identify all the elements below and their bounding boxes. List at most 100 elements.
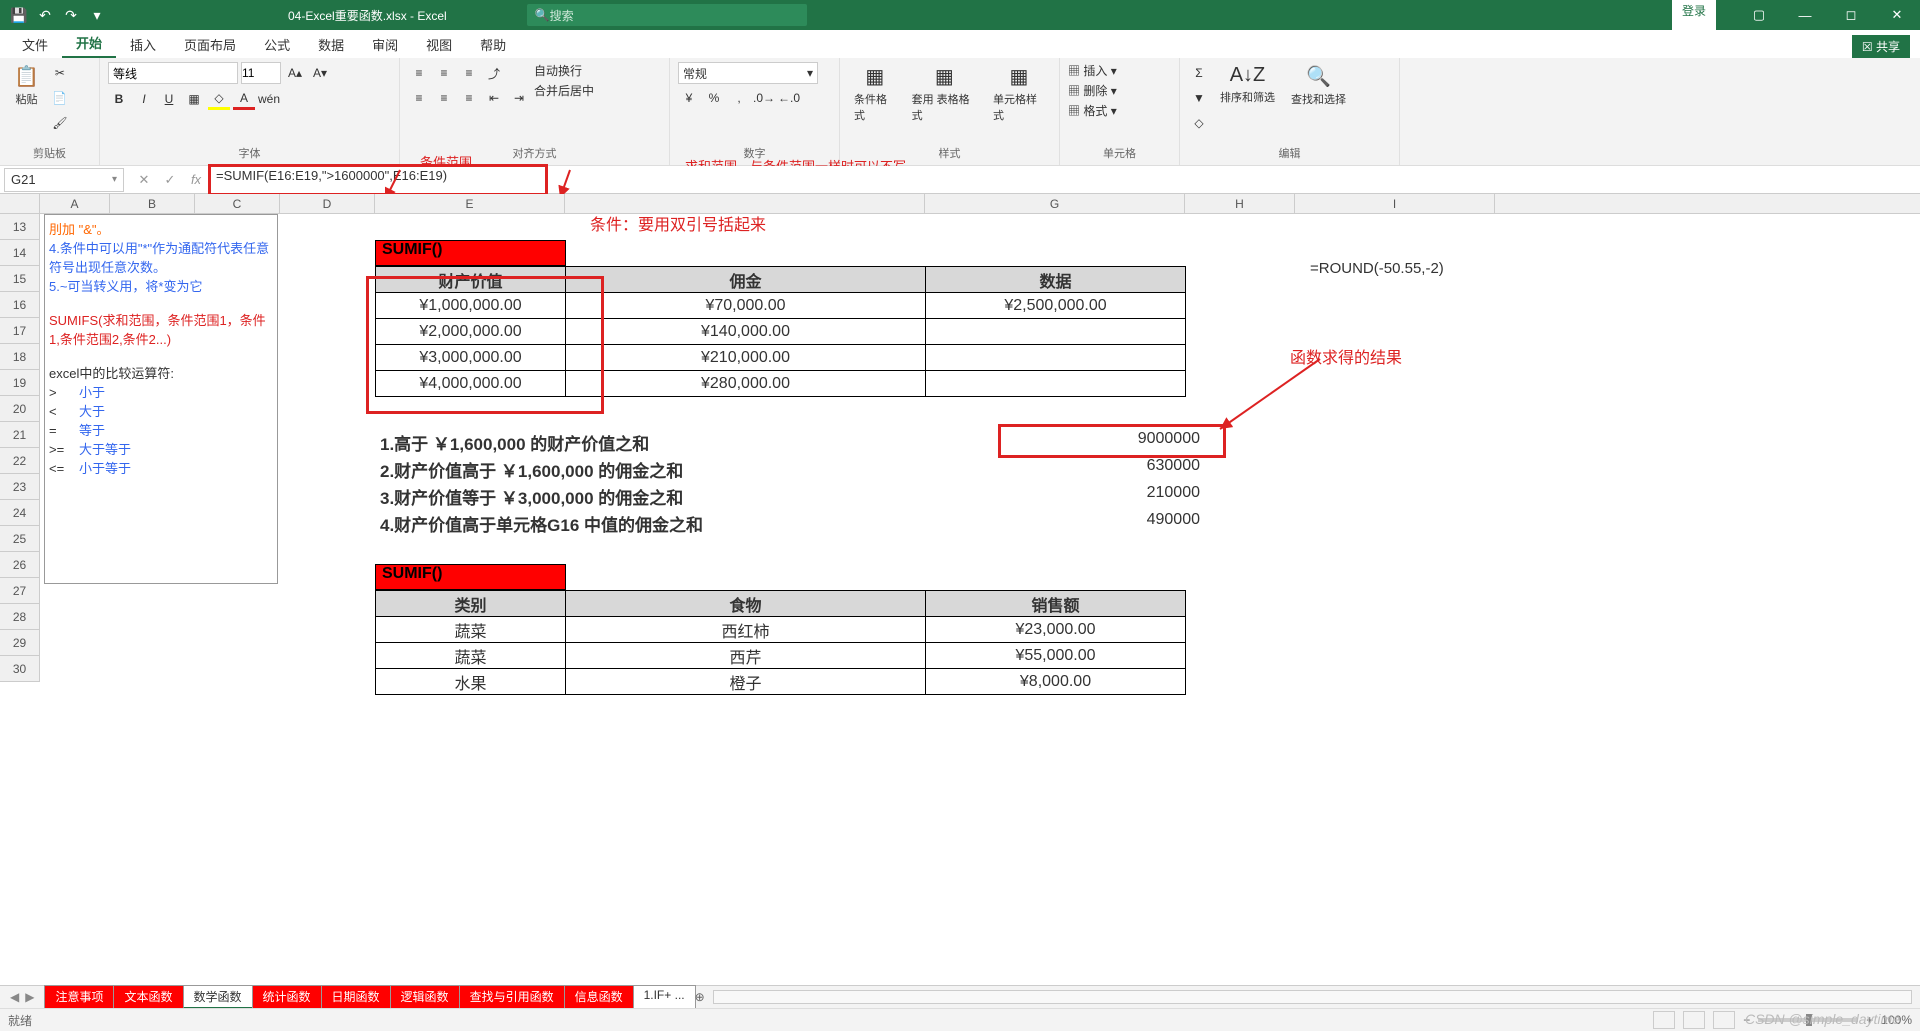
col-header[interactable]: I [1295, 194, 1495, 213]
share-button[interactable]: ☒ 共享 [1852, 35, 1910, 58]
tab-data[interactable]: 数据 [304, 31, 358, 58]
sheet-tab[interactable]: 日期函数 [321, 985, 391, 1009]
row-header[interactable]: 23 [0, 474, 40, 500]
orientation-icon[interactable]: ⤴ [483, 62, 505, 84]
sheet-nav-next-icon[interactable]: ▶ [25, 990, 34, 1004]
format-as-table-button[interactable]: ▦套用 表格格式 [906, 62, 983, 125]
clear-icon[interactable]: ◇ [1188, 112, 1210, 134]
name-box-dropdown-icon[interactable]: ▾ [112, 174, 117, 185]
number-format-select[interactable]: 常规▾ [678, 62, 818, 84]
cut-icon[interactable]: ✂ [49, 62, 71, 84]
close-icon[interactable]: ✕ [1874, 0, 1920, 30]
row-header[interactable]: 26 [0, 552, 40, 578]
cell-styles-button[interactable]: ▦单元格样式 [987, 62, 1051, 125]
row-header[interactable]: 21 [0, 422, 40, 448]
row-header[interactable]: 22 [0, 448, 40, 474]
decrease-font-icon[interactable]: A▾ [309, 62, 331, 84]
formula-input[interactable]: =SUMIF(E16:E19,">1600000",E16:E19) [212, 168, 1920, 190]
row-header[interactable]: 27 [0, 578, 40, 604]
fill-color-button[interactable]: ◇ [208, 88, 230, 110]
select-all-corner[interactable] [0, 194, 40, 213]
spreadsheet-grid[interactable]: A B C D E G H I 131415161718192021222324… [0, 194, 1920, 985]
fx-icon[interactable]: fx [184, 169, 208, 191]
undo-icon[interactable]: ↶ [34, 4, 56, 26]
wrap-text-button[interactable]: 自动换行 [534, 62, 582, 79]
ribbon-display-icon[interactable]: ▢ [1736, 0, 1782, 30]
font-name-select[interactable] [108, 62, 238, 84]
row-header[interactable]: 13 [0, 214, 40, 240]
row-header[interactable]: 19 [0, 370, 40, 396]
sheet-tab[interactable]: 文本函数 [113, 985, 183, 1009]
font-size-select[interactable] [241, 62, 281, 84]
align-middle-icon[interactable]: ≡ [433, 62, 455, 84]
tab-view[interactable]: 视图 [412, 31, 466, 58]
underline-button[interactable]: U [158, 88, 180, 110]
comma-icon[interactable]: , [728, 87, 750, 109]
page-break-view-icon[interactable] [1713, 1011, 1735, 1029]
tab-file[interactable]: 文件 [8, 31, 62, 58]
autosum-icon[interactable]: Σ [1188, 62, 1210, 84]
conditional-format-button[interactable]: ▦条件格式 [848, 62, 902, 125]
row-header[interactable]: 20 [0, 396, 40, 422]
tab-help[interactable]: 帮助 [466, 31, 520, 58]
tab-insert[interactable]: 插入 [116, 31, 170, 58]
row-header[interactable]: 15 [0, 266, 40, 292]
bold-button[interactable]: B [108, 88, 130, 110]
row-header[interactable]: 30 [0, 656, 40, 682]
delete-cells-button[interactable]: ▦ 删除 ▾ [1068, 82, 1117, 99]
sheet-tab[interactable]: 逻辑函数 [390, 985, 460, 1009]
font-color-button[interactable]: A [233, 88, 255, 110]
align-left-icon[interactable]: ≡ [408, 87, 430, 109]
row-header[interactable]: 29 [0, 630, 40, 656]
enter-formula-icon[interactable]: ✓ [158, 169, 182, 191]
currency-icon[interactable]: ¥ [678, 87, 700, 109]
sheet-tab[interactable]: 注意事项 [44, 985, 114, 1009]
sheet-tab[interactable]: 查找与引用函数 [459, 985, 565, 1009]
dec-decimal-icon[interactable]: ←.0 [778, 87, 800, 109]
merge-center-button[interactable]: 合并后居中 [534, 82, 594, 99]
search-box[interactable]: 🔍 搜索 [527, 4, 807, 26]
italic-button[interactable]: I [133, 88, 155, 110]
cancel-formula-icon[interactable]: ✕ [132, 169, 156, 191]
col-header[interactable]: D [280, 194, 375, 213]
login-button[interactable]: 登录 [1672, 0, 1716, 30]
row-header[interactable]: 16 [0, 292, 40, 318]
new-sheet-icon[interactable]: ⊕ [695, 990, 705, 1004]
maximize-icon[interactable]: ◻ [1828, 0, 1874, 30]
minimize-icon[interactable]: — [1782, 0, 1828, 30]
indent-dec-icon[interactable]: ⇤ [483, 87, 505, 109]
sheet-nav-prev-icon[interactable]: ◀ [10, 990, 19, 1004]
page-layout-view-icon[interactable] [1683, 1011, 1705, 1029]
sheet-tab[interactable]: 1.IF+ ... [633, 985, 696, 1009]
sheet-tab[interactable]: 统计函数 [252, 985, 322, 1009]
format-painter-icon[interactable]: 🖌 [49, 112, 71, 134]
row-header[interactable]: 25 [0, 526, 40, 552]
sheet-tab[interactable]: 数学函数 [183, 985, 253, 1009]
qat-dropdown-icon[interactable]: ▾ [86, 4, 108, 26]
inc-decimal-icon[interactable]: .0→ [753, 87, 775, 109]
row-header[interactable]: 28 [0, 604, 40, 630]
phonetic-button[interactable]: wén [258, 88, 280, 110]
save-icon[interactable]: 💾 [8, 4, 30, 26]
align-bottom-icon[interactable]: ≡ [458, 62, 480, 84]
row-header[interactable]: 14 [0, 240, 40, 266]
fill-icon[interactable]: ▼ [1188, 87, 1210, 109]
increase-font-icon[interactable]: A▴ [284, 62, 306, 84]
col-header[interactable]: B [110, 194, 195, 213]
sheet-tab[interactable]: 信息函数 [564, 985, 634, 1009]
tab-formulas[interactable]: 公式 [250, 31, 304, 58]
cells-area[interactable]: 条件：要用双引号括起来 刖加 "&"。 4.条件中可以用"*"作为通配符代表任意… [40, 214, 1920, 985]
find-select-button[interactable]: 🔍查找和选择 [1285, 62, 1352, 109]
col-header[interactable]: H [1185, 194, 1295, 213]
format-cells-button[interactable]: ▦ 格式 ▾ [1068, 102, 1117, 119]
paste-button[interactable]: 📋粘贴 [8, 62, 45, 109]
normal-view-icon[interactable] [1653, 1011, 1675, 1029]
border-button[interactable]: ▦ [183, 88, 205, 110]
col-header[interactable]: A [40, 194, 110, 213]
horizontal-scrollbar[interactable] [713, 990, 1912, 1004]
copy-icon[interactable]: 📄 [49, 87, 71, 109]
tab-review[interactable]: 审阅 [358, 31, 412, 58]
sort-filter-button[interactable]: A↓Z排序和筛选 [1214, 62, 1281, 107]
col-header[interactable]: C [195, 194, 280, 213]
col-header[interactable]: G [925, 194, 1185, 213]
